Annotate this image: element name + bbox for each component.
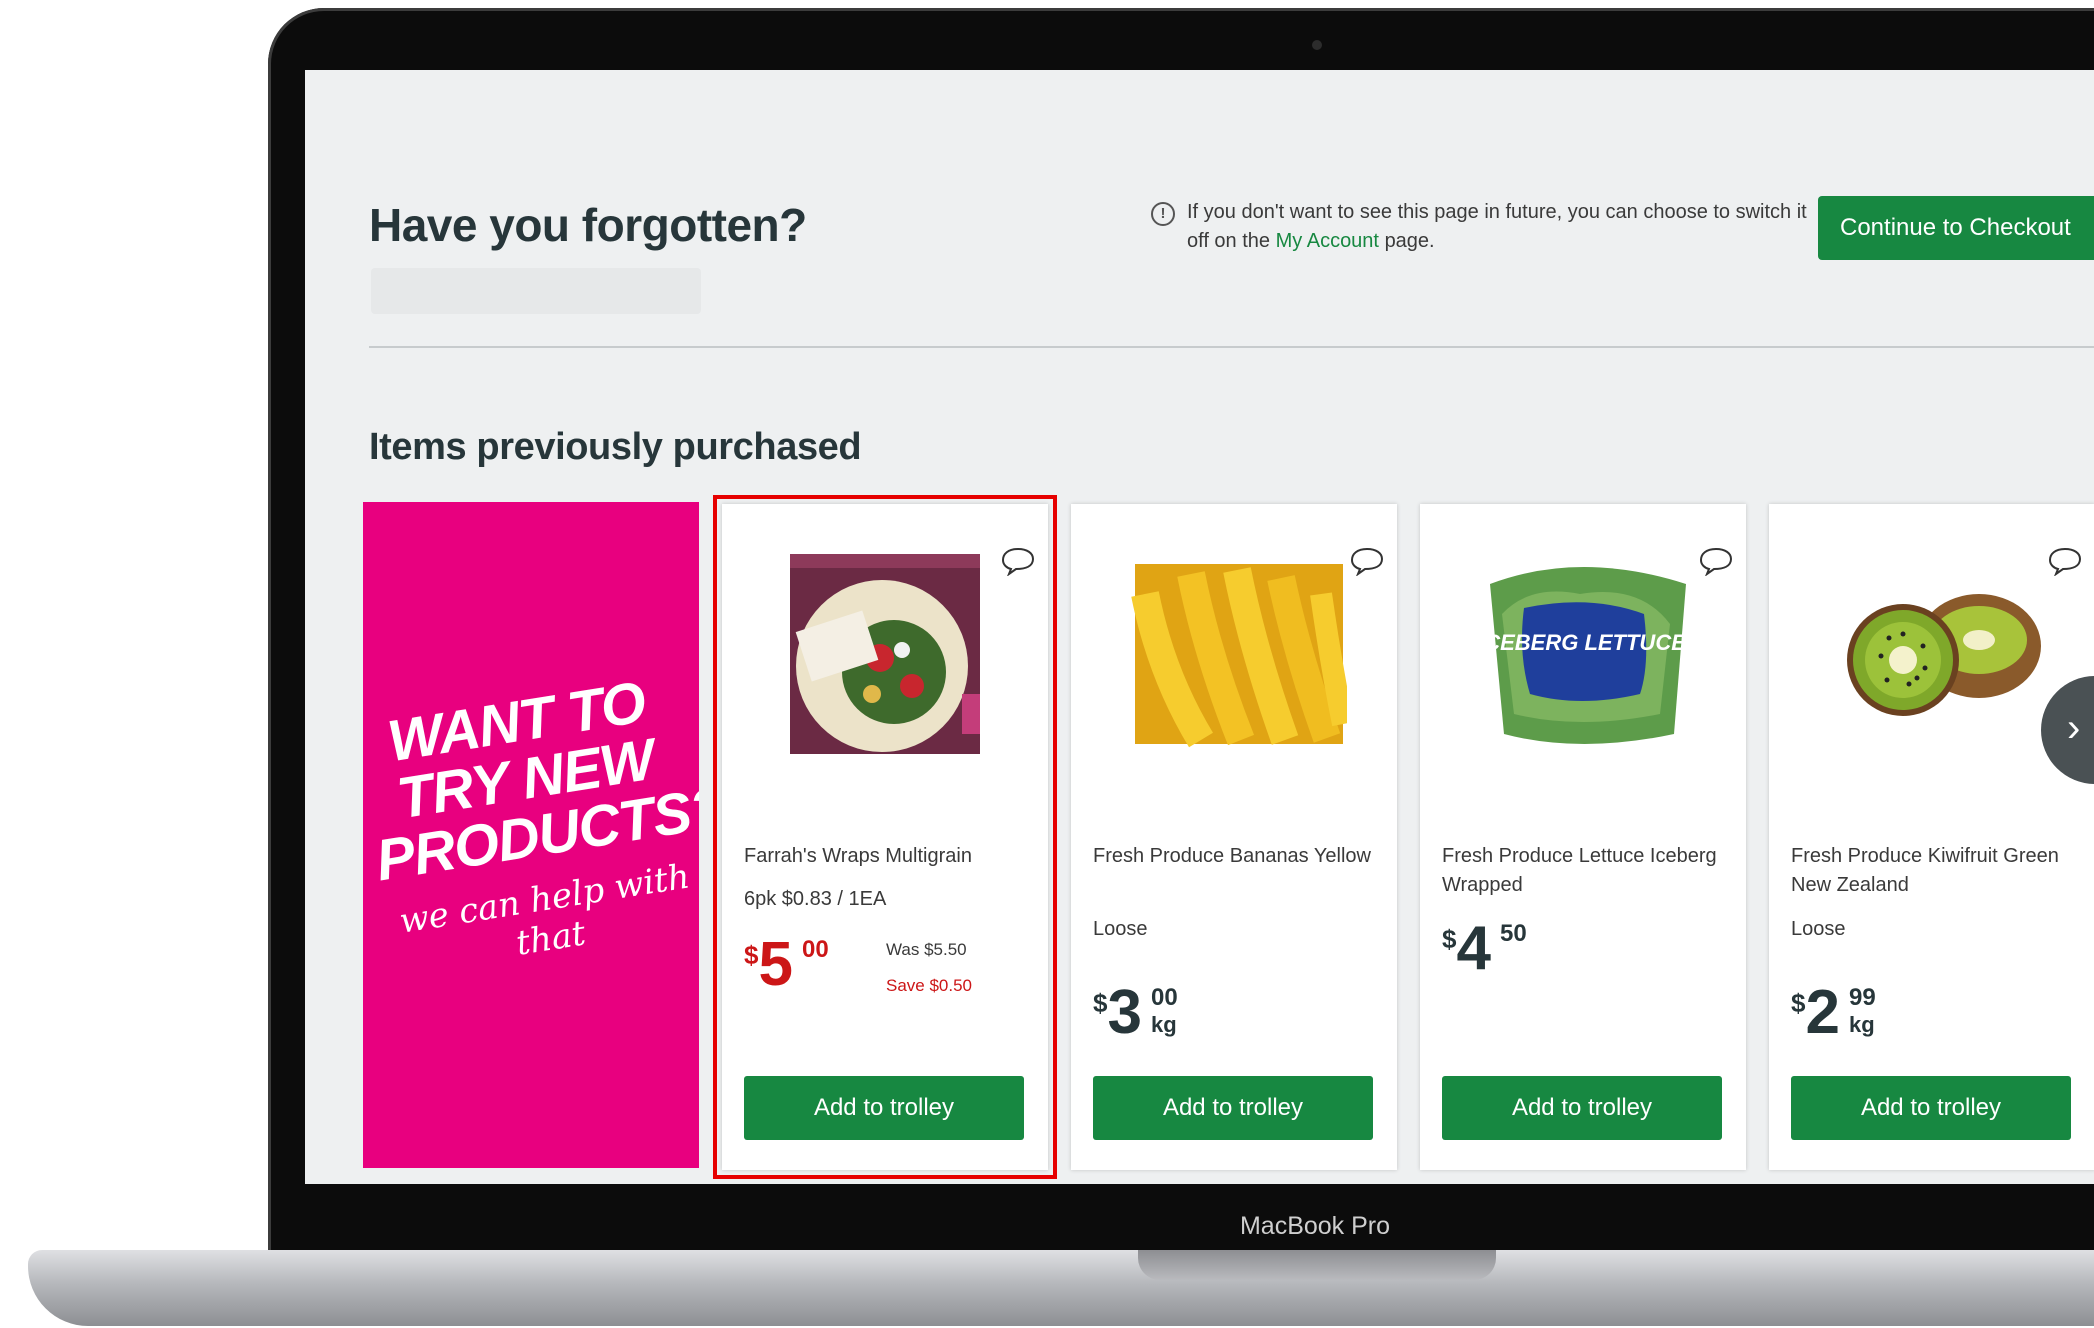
product-name[interactable]: Farrah's Wraps Multigrain	[744, 842, 1034, 871]
product-name[interactable]: Fresh Produce Kiwifruit Green New Zealan…	[1791, 842, 2081, 900]
bananas-image	[1131, 564, 1347, 748]
info-icon: !	[1151, 202, 1175, 226]
chevron-right-icon: ›	[2067, 706, 2081, 750]
webcam	[1312, 40, 1322, 50]
comment-icon[interactable]	[1698, 546, 1734, 576]
save-amount: Save $0.50	[886, 976, 973, 995]
add-to-trolley-button[interactable]: Add to trolley	[1093, 1076, 1373, 1140]
iceberg-lettuce-image: ICEBERG LETTUCE	[1478, 567, 1687, 744]
product-price: $5 00	[744, 930, 829, 999]
promo-headline: WANT TO TRY NEW PRODUCTS?	[371, 669, 699, 894]
lettuce-label-text: ICEBERG LETTUCE	[1478, 630, 1687, 655]
continue-to-checkout-button[interactable]: Continue to Checkout	[1818, 196, 2094, 260]
divider	[369, 346, 2094, 348]
product-detail: Loose	[1093, 918, 1148, 940]
laptop-base	[28, 1250, 2094, 1326]
add-to-trolley-button[interactable]: Add to trolley	[744, 1076, 1024, 1140]
was-price: Was $5.50	[886, 940, 967, 959]
promo-tile[interactable]: WANT TO TRY NEW PRODUCTS? we can help wi…	[363, 502, 699, 1168]
add-to-trolley-button[interactable]: Add to trolley	[1791, 1076, 2071, 1140]
laptop-notch	[1138, 1250, 1496, 1280]
comment-icon[interactable]	[1349, 546, 1385, 576]
notice-text: If you don't want to see this page in fu…	[1187, 201, 1807, 252]
product-price: $4 50	[1442, 914, 1527, 983]
product-price: $2 99 kg	[1791, 978, 1876, 1047]
title-underline	[371, 268, 701, 314]
product-name[interactable]: Fresh Produce Lettuce Iceberg Wrapped	[1442, 842, 1732, 900]
product-detail: Loose	[1791, 918, 1846, 940]
page-title: Have you forgotten?	[369, 199, 807, 251]
device-label: MacBook Pro	[1239, 1212, 1391, 1240]
product-card[interactable]: Fresh Produce Kiwifruit Green New Zealan…	[1769, 504, 2094, 1170]
comment-icon[interactable]	[1000, 546, 1036, 576]
product-card[interactable]: Farrah's Wraps Multigrain 6pk $0.83 / 1E…	[713, 495, 1057, 1179]
add-to-trolley-button[interactable]: Add to trolley	[1442, 1076, 1722, 1140]
wraps-package-image	[790, 554, 980, 754]
product-card[interactable]: Fresh Produce Bananas Yellow Loose $3 00 k…	[1071, 504, 1397, 1170]
section-title: Items previously purchased	[369, 426, 862, 468]
product-detail: 6pk $0.83 / 1EA	[744, 888, 887, 910]
comment-icon[interactable]	[2047, 546, 2083, 576]
product-name[interactable]: Fresh Produce Bananas Yellow	[1093, 842, 1383, 871]
product-price: $3 00 kg	[1093, 978, 1178, 1047]
product-card[interactable]: ICEBERG LETTUCE Fresh Produce Lettuce Ic…	[1420, 504, 1746, 1170]
kiwifruit-image	[1847, 594, 2041, 716]
screen: Have you forgotten? ! If you don't want …	[305, 70, 2094, 1184]
my-account-link[interactable]: My Account	[1276, 230, 1379, 252]
